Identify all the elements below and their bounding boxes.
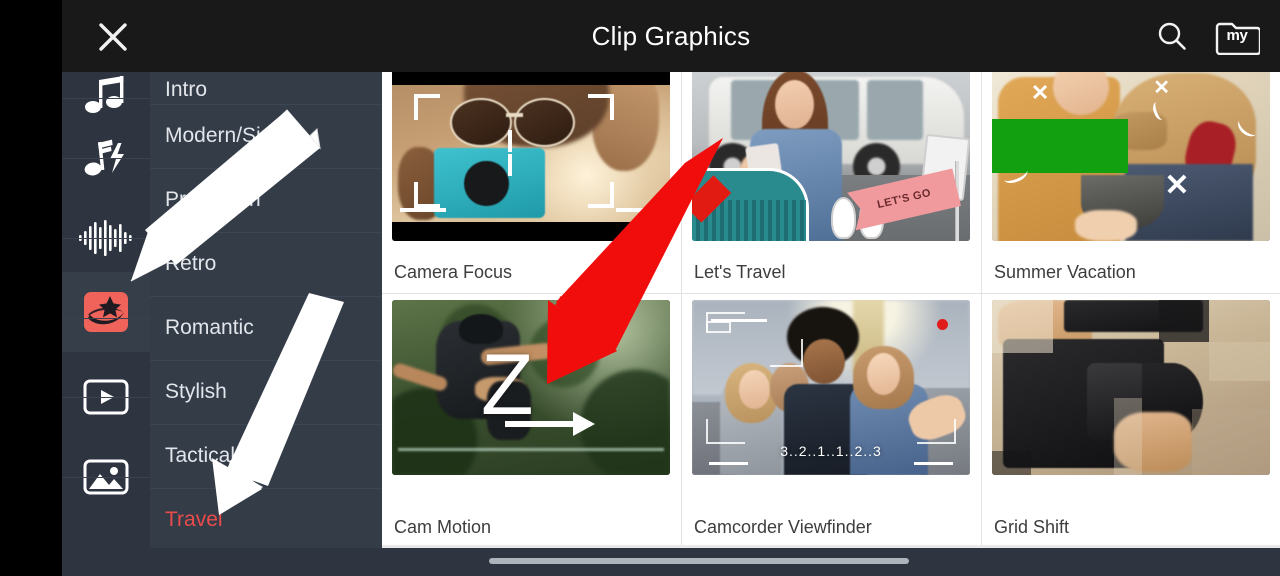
category-item-tactical[interactable]: Tactical [150, 424, 382, 488]
grid-item-label: Let's Travel [694, 262, 786, 282]
grid-item-summer-vacation[interactable]: ✕ ✕ ✕ Summer Vacation [982, 60, 1280, 294]
grid-item-lets-travel[interactable]: LET'S GO Let's Travel [682, 60, 982, 294]
thumbnail-camera-focus [392, 66, 670, 241]
rec-indicator [936, 319, 948, 331]
thumbnail-lets-travel: LET'S GO [692, 66, 970, 241]
category-item-romantic[interactable]: Romantic [150, 296, 382, 360]
thumbnail-summer-vacation: ✕ ✕ ✕ [992, 66, 1270, 241]
grid-item-camera-focus[interactable]: Camera Focus [382, 60, 682, 294]
rail-divider [62, 238, 150, 239]
thumbnail-cam-motion: Z [392, 300, 670, 475]
rail-divider [62, 98, 150, 99]
grid-bottom-edge [382, 545, 1280, 548]
grid-item-label: Grid Shift [994, 517, 1070, 537]
rail-divider [62, 318, 150, 319]
close-icon [99, 23, 127, 51]
clip-graphics-chip [84, 292, 128, 332]
category-item-retro[interactable]: Retro [150, 232, 382, 296]
rail-divider [62, 397, 150, 398]
top-bar: Clip Graphics my [62, 0, 1280, 72]
grid-item-label: Camcorder Viewfinder [694, 517, 872, 537]
my-folder-button[interactable]: my [1214, 17, 1260, 55]
star-comet-icon [88, 296, 124, 325]
grid-item-grid-shift[interactable]: Grid Shift [982, 294, 1280, 548]
grid-item-camcorder-viewfinder[interactable]: 3..2..1..1..2..3 Camcorder Viewfinder [682, 294, 982, 548]
grid-item-label: Summer Vacation [994, 262, 1136, 282]
music-notes-icon [85, 76, 124, 113]
category-list: Intro Modern/Simple Promotion Retro Roma… [150, 72, 382, 576]
tool-rail [62, 72, 150, 576]
top-bar-actions: my [1148, 12, 1260, 60]
graphics-grid: Camera Focus LET'S GO Let's Travel ✕ ✕ ✕… [382, 60, 1280, 548]
lets-go-banner-text: LET'S GO [876, 186, 933, 212]
rail-divider [62, 477, 150, 478]
grid-item-cam-motion[interactable]: Z Cam Motion [382, 294, 682, 548]
thumbnail-camcorder-viewfinder: 3..2..1..1..2..3 [692, 300, 970, 475]
my-folder-label: my [1226, 27, 1248, 44]
rail-divider [62, 158, 150, 159]
clip-graphics-screen: Clip Graphics my Intro Modern/Simple Pro… [0, 0, 1280, 576]
device-bezel-left [0, 0, 62, 576]
close-button[interactable] [90, 14, 136, 60]
cam-motion-arrow-icon [503, 409, 599, 444]
page-title: Clip Graphics [591, 20, 751, 51]
grid-item-label: Camera Focus [394, 262, 513, 282]
category-item-promotion[interactable]: Promotion [150, 168, 382, 232]
category-item-modern-simple[interactable]: Modern/Simple [150, 104, 382, 168]
grid-item-label: Cam Motion [394, 517, 492, 537]
bottom-bar [62, 548, 1280, 576]
category-item-stylish[interactable]: Stylish [150, 360, 382, 424]
rail-item-clip-graphics[interactable] [62, 272, 150, 352]
horizontal-scrollbar[interactable] [489, 558, 909, 564]
search-icon [1158, 22, 1186, 50]
thumbnail-grid-shift [992, 300, 1270, 475]
category-item-travel[interactable]: Travel [150, 488, 382, 552]
camcorder-scale-text: 3..2..1..1..2..3 [780, 443, 882, 460]
search-button[interactable] [1148, 12, 1196, 60]
